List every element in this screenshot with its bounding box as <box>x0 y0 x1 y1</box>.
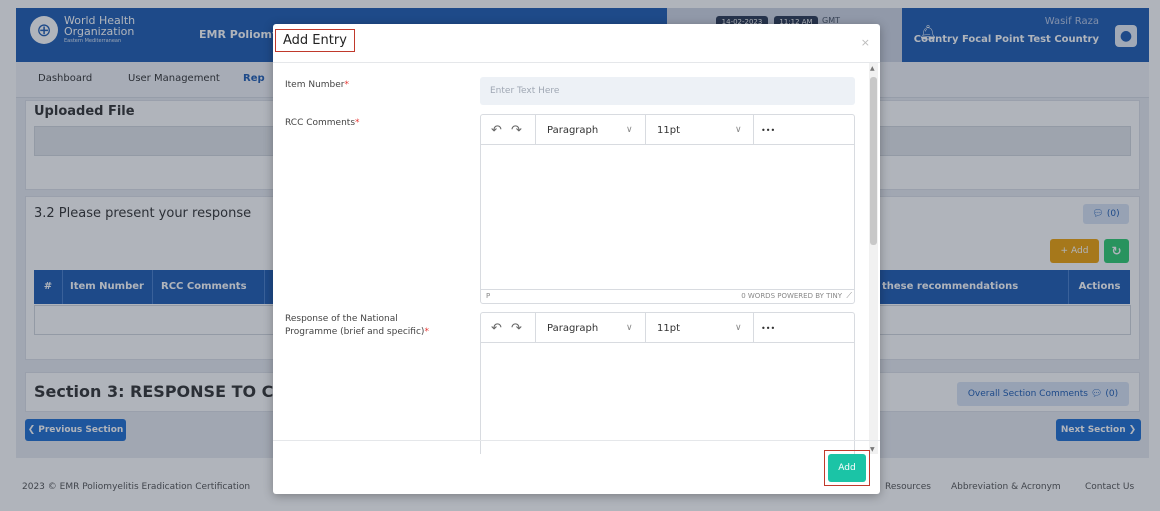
modal-scrollbar[interactable]: ▲ ▼ <box>869 63 878 454</box>
undo-icon[interactable]: ↶ <box>491 115 502 145</box>
toolbar-separator <box>753 313 754 343</box>
rcc-comments-editor[interactable]: ↶ ↷ Paragraph ∨ 11pt ∨ ••• P 0 WORDS POW… <box>480 114 855 304</box>
toolbar-separator <box>645 115 646 145</box>
editor-status-bar: P 0 WORDS POWERED BY TINY ⟋ <box>481 289 854 303</box>
editor-status[interactable]: 0 WORDS POWERED BY TINY <box>741 292 842 300</box>
toolbar-separator <box>645 313 646 343</box>
resize-handle-icon[interactable]: ⟋ <box>846 291 852 301</box>
redo-icon[interactable]: ↷ <box>511 115 522 145</box>
item-number-input[interactable]: Enter Text Here <box>480 77 855 105</box>
item-number-label-text: Item Number <box>285 80 345 90</box>
rcc-comments-label: RCC Comments* <box>285 117 360 130</box>
required-mark: * <box>424 327 429 337</box>
chevron-down-icon[interactable]: ∨ <box>626 115 633 145</box>
required-mark: * <box>344 80 350 90</box>
required-mark: * <box>355 118 360 128</box>
toolbar-separator <box>753 115 754 145</box>
scroll-thumb[interactable] <box>870 77 877 245</box>
editor-path: P <box>486 292 491 300</box>
add-entry-submit-button[interactable]: Add <box>828 454 866 482</box>
more-options-icon[interactable]: ••• <box>761 115 775 145</box>
undo-icon[interactable]: ↶ <box>491 313 502 343</box>
font-size-select[interactable]: 11pt <box>657 313 680 343</box>
chevron-down-icon[interactable]: ∨ <box>626 313 633 343</box>
toolbar-separator <box>535 115 536 145</box>
modal-body: Item Number* Enter Text Here RCC Comment… <box>273 62 880 454</box>
response-editor[interactable]: ↶ ↷ Paragraph ∨ 11pt ∨ ••• <box>480 312 855 454</box>
more-options-icon[interactable]: ••• <box>761 313 775 343</box>
item-number-label: Item Number* <box>285 79 349 92</box>
chevron-down-icon[interactable]: ∨ <box>735 115 742 145</box>
add-entry-modal: Add Entry × Item Number* Enter Text Here… <box>273 24 880 494</box>
toolbar-separator <box>535 313 536 343</box>
response-label-line2: Programme (brief and specific) <box>285 327 425 337</box>
editor-toolbar: ↶ ↷ Paragraph ∨ 11pt ∨ ••• <box>481 313 854 343</box>
font-size-select[interactable]: 11pt <box>657 115 680 145</box>
scroll-up-icon[interactable]: ▲ <box>870 65 875 72</box>
redo-icon[interactable]: ↷ <box>511 313 522 343</box>
format-select[interactable]: Paragraph <box>547 115 598 145</box>
modal-title: Add Entry <box>275 29 355 52</box>
response-label-line1: Response of the National <box>285 314 398 324</box>
rcc-comments-label-text: RCC Comments <box>285 118 356 128</box>
format-select[interactable]: Paragraph <box>547 313 598 343</box>
add-button-highlight: Add <box>824 450 870 486</box>
editor-toolbar: ↶ ↷ Paragraph ∨ 11pt ∨ ••• <box>481 115 854 145</box>
modal-footer: Add <box>273 440 880 494</box>
close-icon[interactable]: × <box>861 36 870 49</box>
response-label: Response of the National Programme (brie… <box>285 313 429 339</box>
chevron-down-icon[interactable]: ∨ <box>735 313 742 343</box>
